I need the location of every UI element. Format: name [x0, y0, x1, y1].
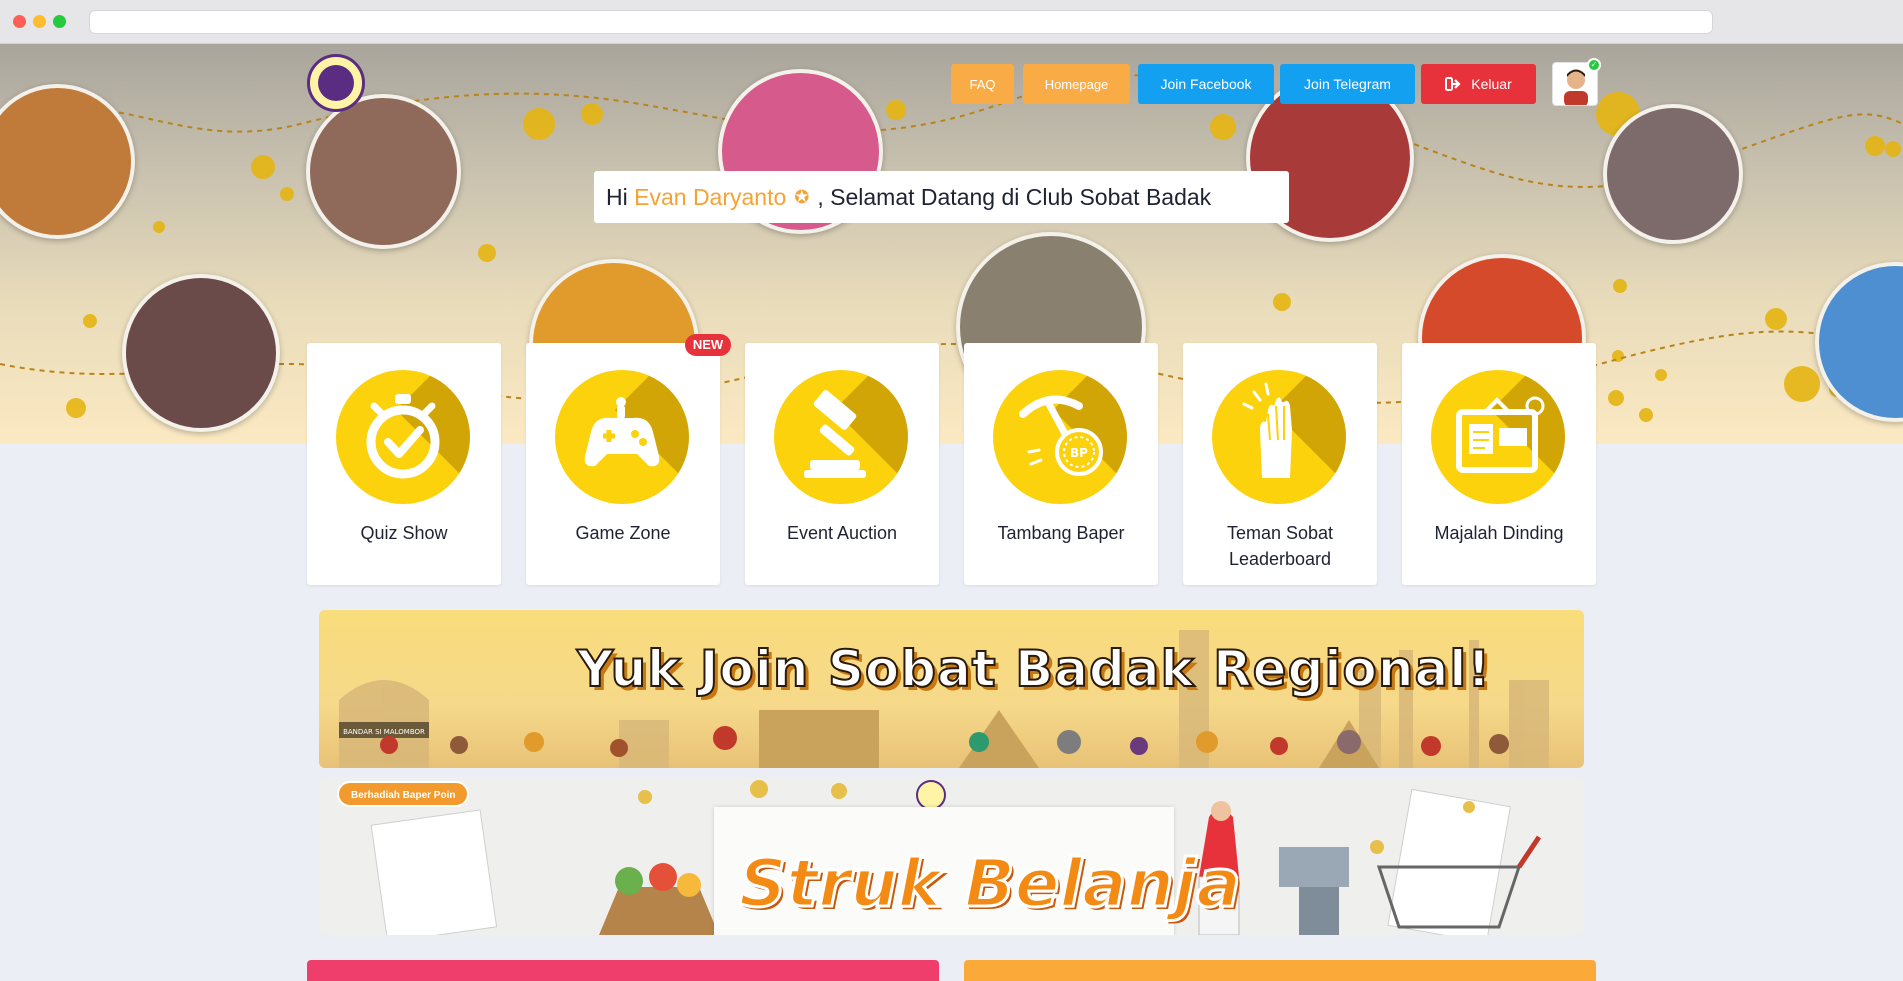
avatar-character-2	[306, 94, 461, 249]
high-five-icon	[1212, 370, 1346, 504]
address-bar[interactable]	[89, 10, 1713, 34]
regional-sign-text: BANDAR SI MALOMBOR	[343, 728, 425, 736]
stopwatch-icon	[336, 370, 470, 504]
window-minimize-button[interactable]	[33, 15, 46, 28]
menu-label: Majalah Dinding	[1434, 523, 1564, 543]
avatar-character-9	[1603, 104, 1743, 244]
join-telegram-button[interactable]: Join Telegram	[1280, 64, 1415, 104]
gavel-icon	[774, 370, 908, 504]
gamepad-icon	[555, 370, 689, 504]
join-facebook-button[interactable]: Join Facebook	[1138, 64, 1274, 104]
welcome-text: , Selamat Datang di Club Sobat Badak	[817, 183, 1212, 210]
logout-button[interactable]: Keluar	[1421, 64, 1536, 104]
section-card-orange[interactable]	[964, 960, 1596, 981]
section-card-pink[interactable]	[307, 960, 939, 981]
welcome-greeting: Hi	[606, 183, 628, 210]
avatar-character-3	[122, 274, 280, 432]
faq-button[interactable]: FAQ	[951, 64, 1014, 104]
window-maximize-button[interactable]	[53, 15, 66, 28]
menu-card-event-auction[interactable]: Event Auction	[745, 343, 939, 585]
pickaxe-coin-icon: BP	[993, 370, 1127, 504]
new-badge: NEW	[685, 334, 731, 356]
online-check-icon: ✓	[1587, 58, 1601, 72]
logout-label: Keluar	[1471, 76, 1512, 92]
hero-banner	[0, 44, 1903, 444]
coin-text: BP	[1070, 446, 1088, 460]
menu-label: Event Auction	[786, 523, 898, 543]
menu-label: Game Zone	[575, 523, 671, 543]
hero-decoration	[0, 74, 1903, 422]
menu-label: Tambang Baper	[997, 523, 1125, 543]
struk-headline: Struk Belanja	[738, 844, 1243, 924]
welcome-user-name[interactable]: Evan Daryanto	[634, 184, 786, 211]
prize-tag: Berhadiah Baper Poin	[337, 781, 470, 807]
regional-headline: Yuk Join Sobat Badak Regional!	[576, 639, 1492, 699]
member-star-icon: ✪	[794, 186, 810, 207]
bulletin-board-icon	[1431, 370, 1565, 504]
menu-card-game-zone[interactable]: Game Zone	[526, 343, 720, 585]
menu-card-tambang-baper[interactable]: BP Tambang Baper	[964, 343, 1158, 585]
window-close-button[interactable]	[13, 15, 26, 28]
struk-belanja-banner[interactable]: Berhadiah Baper Poin Struk Belanja	[319, 777, 1584, 935]
browser-chrome	[0, 0, 1903, 44]
club-logo[interactable]	[307, 54, 365, 112]
menu-card-quiz-show[interactable]: Quiz Show	[307, 343, 501, 585]
logout-icon	[1445, 77, 1461, 91]
menu-label: Teman Sobat Leaderboard	[1226, 523, 1334, 569]
welcome-message: Hi Evan Daryanto ✪ , Selamat Datang di Clu…	[594, 171, 1289, 223]
menu-label: Quiz Show	[360, 523, 448, 543]
homepage-button[interactable]: Homepage	[1023, 64, 1130, 104]
menu-card-majalah-dinding[interactable]: Majalah Dinding	[1402, 343, 1596, 585]
menu-card-teman-sobat-leaderboard[interactable]: Teman Sobat Leaderboard	[1183, 343, 1377, 585]
regional-banner[interactable]: BANDAR SI MALOMBOR Yuk Join Sobat Badak …	[319, 610, 1584, 768]
